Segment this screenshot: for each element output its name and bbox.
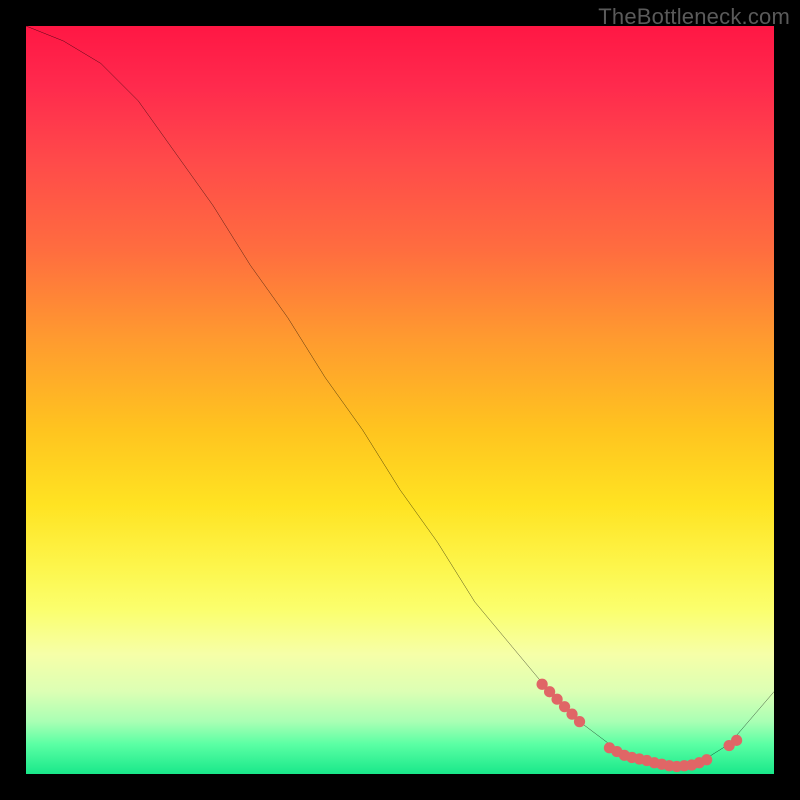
marker-dot (731, 735, 742, 746)
chart-frame: TheBottleneck.com (0, 0, 800, 800)
plot-area (26, 26, 774, 774)
bottleneck-curve-line (26, 26, 774, 767)
marker-dot (701, 754, 712, 765)
marker-dot (574, 716, 585, 727)
marker-group (537, 679, 743, 773)
chart-svg (26, 26, 774, 774)
